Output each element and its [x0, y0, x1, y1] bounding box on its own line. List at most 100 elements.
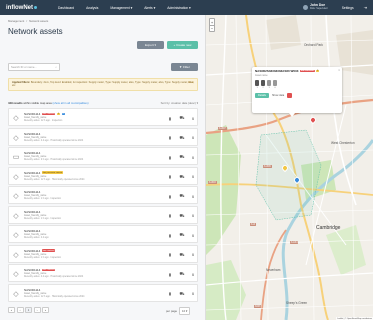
- nav-item-alerts[interactable]: Alerts ▾: [138, 6, 161, 10]
- results-count: 449 results: [8, 100, 23, 105]
- info-icon[interactable]: i: [190, 115, 196, 121]
- truck-icon[interactable]: ⛟: [179, 271, 185, 277]
- sensor-icon[interactable]: ▮: [167, 252, 173, 258]
- zoom-control: + −: [209, 18, 215, 32]
- status-badge: low contract: [41, 249, 56, 252]
- nav-item-dashboard[interactable]: Dashboard: [52, 6, 80, 10]
- list-item[interactable]: ◇ NAS0D1114 low pressure sensor Asset_fri…: [8, 166, 198, 185]
- sensor-icon[interactable]: ▮: [167, 232, 173, 238]
- truck-icon[interactable]: ⛟: [179, 213, 185, 219]
- sensor-icon[interactable]: ▮: [167, 271, 173, 277]
- close-icon[interactable]: ×: [338, 68, 340, 72]
- brand-logo[interactable]: inflowNet: [6, 5, 46, 11]
- truck-icon[interactable]: ⛟: [179, 135, 185, 141]
- sensor-icon[interactable]: ▮: [167, 291, 173, 297]
- breadcrumb: Management / Network assets: [8, 19, 48, 23]
- battery-icon: [261, 80, 265, 86]
- sensor-icon[interactable]: ▮: [167, 135, 173, 141]
- info-icon[interactable]: i: [190, 135, 196, 141]
- create-new-button[interactable]: + Create new: [167, 41, 198, 49]
- list-item[interactable]: ▭ NAS0D1114 Asset_friendly_name Recently…: [8, 147, 198, 165]
- funnel-icon: ▼: [179, 65, 183, 69]
- list-item[interactable]: ◇ NAS0D1114 Asset_friendly_name Recently…: [8, 127, 198, 146]
- asset-subtitle: Asset_friendly_name: [24, 233, 47, 236]
- asset-subtitle: Asset_friendly_name: [24, 116, 47, 119]
- logo-dot-icon: [34, 6, 37, 9]
- nav-item-management[interactable]: Management ▾: [104, 6, 138, 10]
- popup-sensor-icons: [255, 80, 339, 86]
- info-icon[interactable]: i: [190, 252, 196, 258]
- filter-button[interactable]: ▼ Filter: [171, 63, 198, 71]
- popup-details-button[interactable]: Details: [255, 92, 269, 98]
- page-next[interactable]: ›: [33, 307, 41, 313]
- list-item[interactable]: ◇ NAS0D1114 Asset_friendly_name Recently…: [8, 225, 198, 243]
- info-icon[interactable]: i: [190, 232, 196, 238]
- asset-type-icon: ◇: [13, 115, 19, 122]
- info-icon[interactable]: i: [190, 271, 196, 277]
- sensor-icon[interactable]: ▮: [167, 154, 173, 160]
- sort-select[interactable]: Sort by: creation date (desc) ▾: [161, 101, 198, 105]
- info-icon[interactable]: i: [190, 291, 196, 297]
- page-prev[interactable]: ‹: [16, 307, 24, 313]
- truck-icon[interactable]: ⛟: [179, 154, 185, 160]
- asset-type-icon: ◇: [13, 232, 19, 239]
- map-view[interactable]: + − Orchard Park Cambridge West Chestert…: [206, 15, 373, 320]
- sensor-icon[interactable]: ▮: [167, 213, 173, 219]
- per-page-select[interactable]: 10 ▾: [179, 307, 191, 315]
- asset-subtitle: Asset_friendly_name: [24, 252, 47, 256]
- per-page-control: per page 10 ▾: [166, 307, 191, 315]
- nav-item-analysis[interactable]: Analysis: [80, 6, 104, 10]
- page-current[interactable]: 1: [25, 307, 32, 313]
- sensor-icon[interactable]: ▮: [167, 115, 173, 121]
- road-label: A14: [250, 223, 256, 227]
- user-menu[interactable]: John Doe Role: Supervisor: [303, 3, 328, 11]
- sensor-value: 1: [268, 86, 270, 89]
- asset-meta: Recently active: 12 h ago · Historically…: [24, 178, 85, 181]
- zoom-out-button[interactable]: −: [210, 25, 214, 31]
- truck-icon[interactable]: ⛟: [179, 115, 185, 121]
- truck-icon[interactable]: ⛟: [179, 252, 185, 258]
- list-item[interactable]: ◇ NAS0D1114 low contract 1 2 Asset_friendly…: [8, 108, 198, 126]
- breadcrumb-root[interactable]: Management: [8, 19, 24, 23]
- truck-icon[interactable]: ⛟: [179, 232, 185, 238]
- asset-type-icon: ▭: [12, 154, 20, 161]
- logout-icon[interactable]: ⇥: [364, 5, 367, 10]
- page-last[interactable]: »: [42, 307, 49, 313]
- asset-type-icon: ◇: [13, 212, 19, 220]
- count-badge: 1: [56, 112, 61, 116]
- battery-icon: [255, 80, 259, 86]
- clear-filters-link[interactable]: Clear: [188, 81, 194, 85]
- show-all-link[interactable]: (show all in all municipalities): [52, 101, 88, 105]
- info-icon[interactable]: i: [190, 174, 196, 180]
- asset-meta: Recently active: 2 h ago · Historically …: [24, 159, 84, 161]
- export-button[interactable]: Export ▾: [137, 41, 164, 49]
- sensor-icon[interactable]: ▮: [167, 193, 173, 199]
- list-item[interactable]: ◇ NAS0D1114 low contract Asset_friendly_n…: [8, 264, 198, 282]
- sensor-icon[interactable]: ▮: [167, 174, 173, 180]
- truck-icon[interactable]: ⛟: [179, 174, 185, 180]
- map-label: Orchard Park: [304, 43, 323, 47]
- search-input[interactable]: Search ID or name... ⌕: [8, 63, 60, 71]
- truck-icon[interactable]: ⛟: [179, 291, 185, 297]
- list-item[interactable]: ◇ NAS0D1114 Asset_friendly_name Recently…: [8, 186, 198, 204]
- page-first[interactable]: «: [8, 307, 15, 313]
- page-title: Network assets: [8, 27, 63, 36]
- asset-meta: Recently active: 1 h ago · Inspection: [24, 198, 62, 200]
- popup-actions: Details Show data: [255, 92, 339, 98]
- popup-title: NAS0D2S33333333AS60 W033: [255, 69, 299, 73]
- info-icon[interactable]: i: [190, 154, 196, 160]
- popup-delete-icon[interactable]: [287, 92, 293, 98]
- breadcrumb-current: Network assets: [29, 19, 49, 23]
- info-icon[interactable]: i: [190, 193, 196, 199]
- list-item[interactable]: ◇ NAS0D1114 Asset_friendly_name Recently…: [8, 283, 198, 302]
- settings-link[interactable]: Settings: [342, 6, 354, 10]
- list-item[interactable]: ◇ NAS0D1114 low contract Asset_friendly_n…: [8, 244, 198, 263]
- nav-item-administration[interactable]: Administration ▾: [161, 6, 196, 10]
- count-badge: 2: [61, 112, 65, 116]
- list-item[interactable]: ◇ NAS0D1114 Asset_friendly_name Recently…: [8, 205, 198, 224]
- nav-right: John Doe Role: Supervisor Settings ⇥: [303, 0, 373, 15]
- asset-meta: Recently active: 4 d ago · Historically …: [24, 139, 84, 142]
- popup-show-data-button[interactable]: Show data: [272, 94, 284, 97]
- info-icon[interactable]: i: [190, 213, 196, 219]
- truck-icon[interactable]: ⛟: [179, 193, 185, 199]
